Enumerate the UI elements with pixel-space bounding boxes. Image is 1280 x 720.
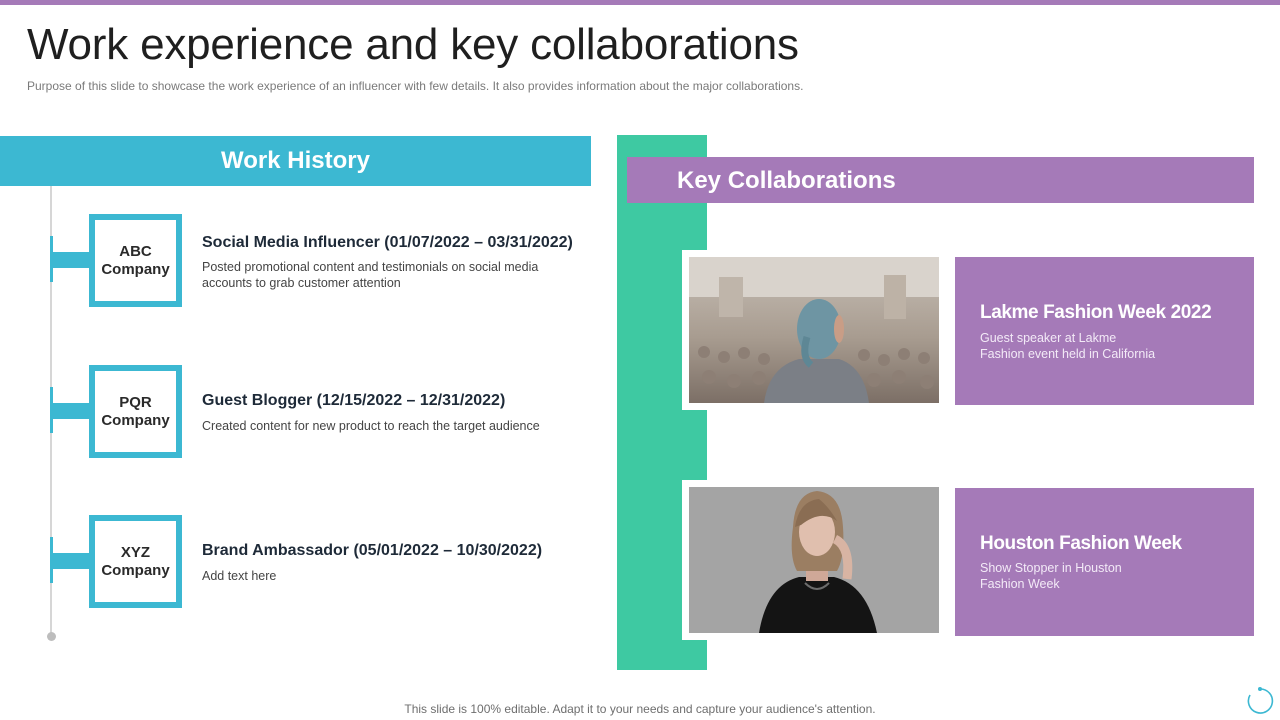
work-history-header: Work History [0,136,591,186]
timeline-end-dot [47,632,56,641]
collab-card-lakme: Lakme Fashion Week 2022 Guest speaker at… [955,257,1254,405]
page-subtitle: Purpose of this slide to showcase the wo… [27,79,804,93]
collab-description: Show Stopper in Houston Fashion Week [980,561,1122,591]
speaker-at-event-illustration [689,257,939,403]
company-box: ABC Company [89,214,182,307]
role-description: Created content for new product to reach… [202,419,540,433]
work-history-item-pqr: PQR Company Guest Blogger (12/15/2022 – … [0,365,600,460]
speaker-at-event-photo [689,257,939,403]
collab-photo-frame [682,480,944,640]
work-history-title: Work History [221,147,370,174]
top-accent-bar [0,0,1280,5]
collab-card-houston: Houston Fashion Week Show Stopper in Hou… [955,488,1254,636]
key-collaborations-header: Key Collaborations [627,157,1254,203]
company-box: XYZ Company [89,515,182,608]
work-history-item-abc: ABC Company Social Media Influencer (01/… [0,214,600,309]
page-title: Work experience and key collaborations [27,20,799,69]
collab-photo-frame [682,250,944,410]
woman-portrait-illustration [689,487,939,633]
role-title: Brand Ambassador (05/01/2022 – 10/30/202… [202,542,543,559]
role-title: Social Media Influencer (01/07/2022 – 03… [202,234,573,251]
company-name: XYZ Company [101,543,170,579]
company-name: ABC Company [101,242,170,278]
refresh-icon [1247,687,1274,714]
footer-note: This slide is 100% editable. Adapt it to… [404,702,876,716]
timeline-connector [53,403,90,419]
company-name: PQR Company [101,393,170,429]
role-title: Guest Blogger (12/15/2022 – 12/31/2022) [202,392,506,409]
timeline-connector [53,553,90,569]
collab-description: Guest speaker at Lakme Fashion event hel… [980,331,1156,361]
collab-title: Houston Fashion Week [980,533,1182,554]
woman-portrait-photo [689,487,939,633]
collab-title: Lakme Fashion Week 2022 [980,302,1212,323]
timeline-connector [53,252,90,268]
work-history-item-xyz: XYZ Company Brand Ambassador (05/01/2022… [0,515,600,610]
key-collaborations-title: Key Collaborations [677,167,896,194]
role-description: Add text here [202,569,277,583]
company-box: PQR Company [89,365,182,458]
role-description: Posted promotional content and testimoni… [202,260,539,290]
